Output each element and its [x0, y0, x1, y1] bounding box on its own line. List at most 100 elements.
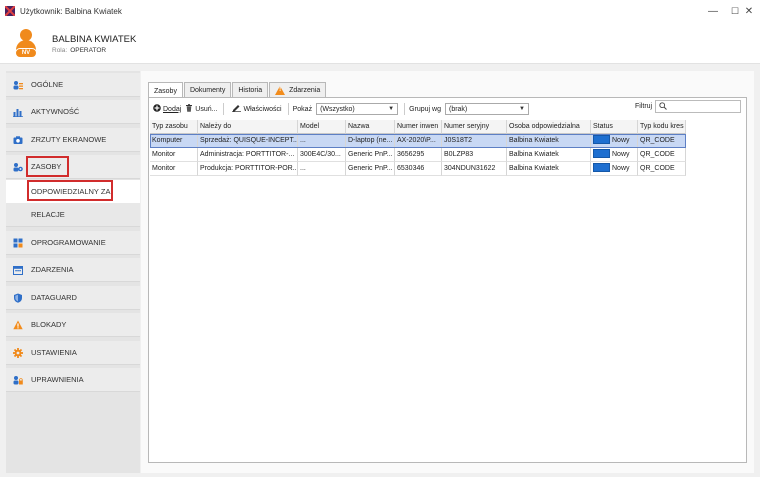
sidebar-item-label: ZRZUTY EKRANOWE	[31, 135, 107, 144]
properties-button[interactable]: Właściwości	[232, 104, 282, 114]
close-button[interactable]: ✕	[738, 0, 760, 22]
tab-label: Zdarzenia	[289, 87, 321, 94]
camera-icon	[13, 135, 23, 145]
user-list-icon	[13, 80, 23, 90]
sidebar-item-label: RELACJE	[31, 210, 65, 219]
cell-inventory-number: 6530346	[395, 162, 442, 176]
cell-status: Nowy	[591, 162, 638, 176]
plus-circle-icon	[153, 104, 161, 114]
column-header[interactable]: Typ kodu kres	[638, 120, 686, 134]
sidebar-item-ogolne[interactable]: OGÓLNE	[6, 73, 140, 97]
remove-button[interactable]: Usuń...	[185, 104, 217, 114]
show-select[interactable]: (Wszystko) ▼	[316, 103, 399, 115]
sidebar-item-oprogramowanie[interactable]: OPROGRAMOWANIE	[6, 231, 140, 255]
sidebar-item-blokady[interactable]: BLOKADY	[6, 313, 140, 337]
chevron-down-icon: ▼	[519, 106, 525, 112]
properties-label: Właściwości	[243, 105, 282, 113]
tab-zdarzenia[interactable]: Zdarzenia	[269, 82, 327, 98]
cell-type: Monitor	[150, 162, 198, 176]
cell-type: Monitor	[150, 148, 198, 162]
sidebar-item-label: OPROGRAMOWANIE	[31, 238, 106, 247]
highlight-odpowiedzialny-za	[27, 180, 113, 201]
column-header[interactable]: Należy do	[198, 120, 298, 134]
resources-panel: Dodaj Usuń... Właściwości Pokaż (Wszystk…	[148, 97, 747, 463]
resources-table: Typ zasobu Należy do Model Nazwa Numer i…	[150, 120, 686, 176]
status-text: Nowy	[612, 151, 630, 158]
cell-name: Generic PnP...	[346, 162, 395, 176]
column-header[interactable]: Status	[591, 120, 638, 134]
cell-serial-number: J0S18T2	[442, 134, 507, 148]
sidebar-item-label: OGÓLNE	[31, 80, 64, 89]
show-select-value: (Wszystko)	[320, 105, 355, 113]
column-header[interactable]: Numer inwen	[395, 120, 442, 134]
sidebar-item-label: DATAGUARD	[31, 293, 77, 302]
filter-input[interactable]	[655, 100, 742, 113]
highlight-zasoby	[26, 156, 69, 177]
table-row[interactable]: Monitor Produkcja: PORTTITOR-POR... ... …	[150, 162, 686, 176]
add-button[interactable]: Dodaj	[153, 104, 181, 114]
cell-model: 300E4C/30...	[298, 148, 346, 162]
sidebar: OGÓLNE AKTYWNOŚĆ ZRZUTY EKRANOWE ZASOBY …	[6, 71, 140, 473]
pencil-icon	[232, 104, 242, 114]
trash-icon	[185, 104, 193, 114]
calendar-icon	[13, 265, 23, 275]
table-row[interactable]: Komputer Sprzedaż: QUISQUE-INCEPT... ...…	[150, 134, 686, 148]
cell-model: ...	[298, 162, 346, 176]
cell-name: Generic PnP...	[346, 148, 395, 162]
status-text: Nowy	[612, 165, 630, 172]
show-label: Pokaż	[292, 105, 313, 113]
cell-name: D-laptop (ne...	[346, 134, 395, 148]
column-header[interactable]: Numer seryjny	[442, 120, 507, 134]
cell-inventory-number: AX-2020\P...	[395, 134, 442, 148]
table-row[interactable]: Monitor Administracja: PORTTITOR-... 300…	[150, 148, 686, 162]
group-select[interactable]: (brak) ▼	[444, 103, 529, 115]
cell-inventory-number: 3656295	[395, 148, 442, 162]
warning-icon	[13, 320, 23, 330]
group-select-value: (brak)	[448, 105, 468, 113]
status-color-swatch	[593, 163, 610, 173]
activity-chart-icon	[13, 107, 23, 117]
status-text: Nowy	[612, 137, 630, 144]
minimize-button[interactable]: —	[702, 0, 724, 22]
app-logo-icon	[5, 6, 15, 16]
status-color-swatch	[593, 149, 610, 159]
role-label: Rola:	[52, 47, 68, 54]
filter-label: Filtruj	[635, 103, 653, 110]
sidebar-item-relacje[interactable]: RELACJE	[6, 203, 140, 227]
remove-label: Usuń...	[195, 105, 218, 113]
software-icon	[13, 238, 23, 248]
cell-code-type: QR_CODE	[638, 134, 686, 148]
sidebar-item-uprawnienia[interactable]: UPRAWNIENIA	[6, 368, 140, 392]
sidebar-item-aktywnosc[interactable]: AKTYWNOŚĆ	[6, 100, 140, 124]
user-header: NV BALBINA KWIATEK Rola: OPERATOR	[0, 22, 760, 64]
search-icon	[659, 101, 667, 112]
column-header[interactable]: Nazwa	[346, 120, 395, 134]
window-title: Użytkownik: Balbina Kwiatek	[20, 6, 122, 16]
title-bar: Użytkownik: Balbina Kwiatek	[0, 0, 760, 22]
toolbar-separator	[223, 103, 225, 115]
filter: Filtruj	[635, 100, 742, 113]
toolbar-separator	[287, 103, 289, 115]
column-header[interactable]: Osoba odpowiedzialna	[507, 120, 591, 134]
sidebar-item-zdarzenia[interactable]: ZDARZENIA	[6, 258, 140, 282]
chevron-down-icon: ▼	[388, 106, 395, 112]
cell-status: Nowy	[591, 148, 638, 162]
shield-icon	[13, 293, 23, 303]
role-value: OPERATOR	[70, 47, 107, 54]
warning-icon	[275, 86, 286, 95]
tab-dokumenty[interactable]: Dokumenty	[183, 82, 232, 98]
sidebar-item-zrzuty-ekranowe[interactable]: ZRZUTY EKRANOWE	[6, 128, 140, 152]
tab-historia[interactable]: Historia	[232, 82, 269, 98]
status-color-swatch	[593, 135, 610, 145]
cell-owner: Sprzedaż: QUISQUE-INCEPT...	[198, 134, 298, 148]
column-header[interactable]: Model	[298, 120, 346, 134]
cell-owner: Produkcja: PORTTITOR-POR...	[198, 162, 298, 176]
column-header[interactable]: Typ zasobu	[150, 120, 198, 134]
sidebar-item-dataguard[interactable]: DATAGUARD	[6, 286, 140, 310]
cell-serial-number: B0LZP83	[442, 148, 507, 162]
cell-code-type: QR_CODE	[638, 148, 686, 162]
sidebar-item-ustawienia[interactable]: USTAWIENIA	[6, 341, 140, 365]
sidebar-item-label: ZDARZENIA	[31, 265, 74, 274]
sidebar-item-label: UPRAWNIENIA	[31, 375, 84, 384]
gear-icon	[13, 347, 23, 358]
